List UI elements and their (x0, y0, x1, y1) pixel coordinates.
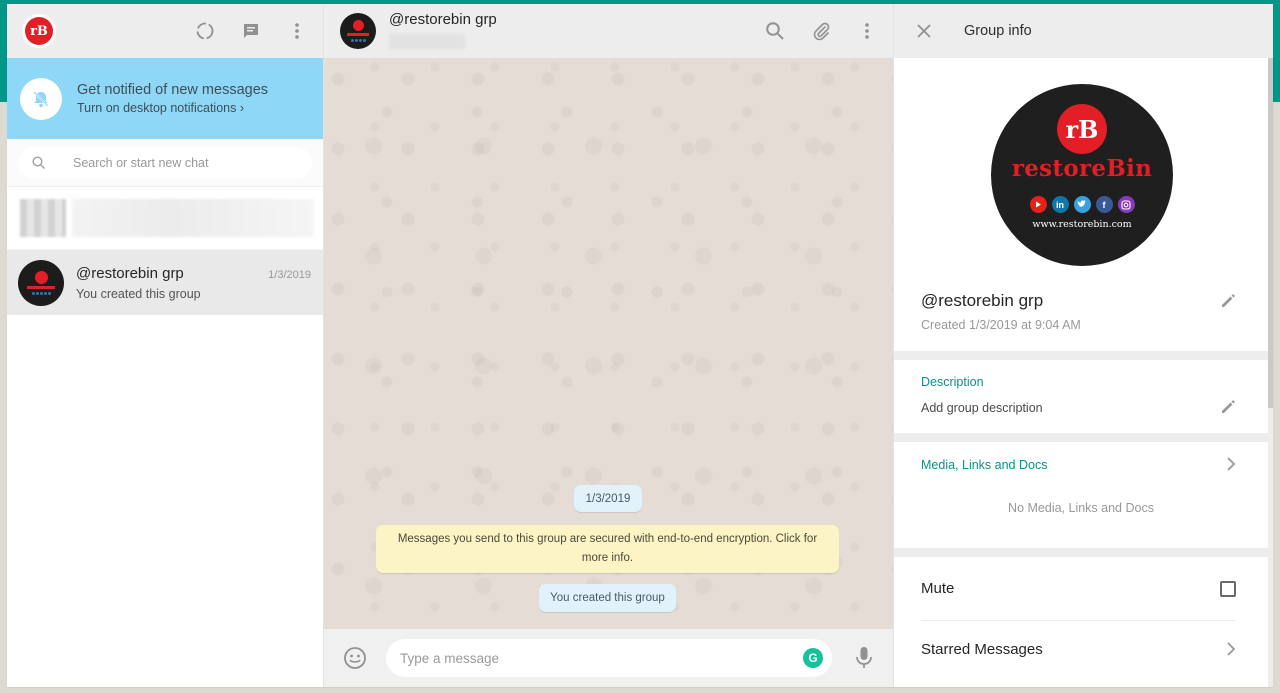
brand-url: www.restorebin.com (1032, 219, 1132, 230)
message-area: 1/3/2019 Messages you send to this group… (324, 58, 893, 629)
sidebar-header: rB (7, 4, 323, 58)
attach-icon[interactable] (811, 21, 831, 41)
chat-time: 1/3/2019 (268, 268, 311, 281)
edit-description-icon[interactable] (1220, 399, 1236, 420)
chevron-right-icon[interactable] (1226, 457, 1236, 476)
no-media-text: No Media, Links and Docs (1008, 501, 1154, 515)
blurred-participants (389, 34, 465, 49)
conversation-avatar[interactable] (340, 13, 376, 49)
emoji-icon[interactable] (343, 646, 367, 670)
social-icons: in f (1029, 196, 1135, 213)
group-profile-card: rB restoreBin in f www.restorebin.com @r… (894, 58, 1268, 351)
brand-name: restoreBin (1011, 155, 1153, 182)
mute-label: Mute (921, 580, 955, 597)
starred-messages-row[interactable]: Starred Messages (921, 621, 1236, 677)
conversation-header[interactable]: @restorebin grp (324, 4, 893, 58)
date-divider: 1/3/2019 (574, 485, 642, 512)
mute-row[interactable]: Mute (921, 557, 1236, 621)
blurred-chat-item[interactable] (7, 187, 323, 250)
media-section[interactable]: Media, Links and Docs No Media, Links an… (894, 442, 1268, 548)
twitter-icon (1073, 196, 1091, 213)
group-name: @restorebin grp (921, 291, 1044, 310)
sidebar: rB Get notified of new messages Turn on … (7, 4, 324, 687)
search-input[interactable] (73, 155, 298, 170)
status-icon[interactable] (195, 21, 215, 41)
conversation-title: @restorebin grp (389, 11, 497, 28)
group-profile-picture[interactable]: rB restoreBin in f www.restorebin.com (991, 84, 1173, 266)
youtube-icon (1029, 196, 1047, 213)
whatsapp-web-window: rB Get notified of new messages Turn on … (7, 4, 1273, 687)
notification-title: Get notified of new messages (77, 82, 269, 98)
settings-section: Mute Starred Messages (894, 557, 1268, 687)
search-icon (32, 155, 45, 169)
profile-avatar[interactable]: rB (22, 14, 56, 48)
chat-list-item[interactable]: @restorebin grp 1/3/2019 You created thi… (7, 250, 323, 315)
group-created-date: Created 1/3/2019 at 9:04 AM (921, 318, 1081, 332)
new-chat-icon[interactable] (241, 21, 261, 41)
starred-messages-label: Starred Messages (921, 640, 1043, 658)
chevron-right-icon[interactable] (1226, 642, 1236, 656)
encryption-notice[interactable]: Messages you send to this group are secu… (376, 525, 839, 573)
linkedin-icon: in (1051, 196, 1069, 213)
close-icon[interactable] (914, 21, 934, 41)
system-message: You created this group (539, 584, 676, 612)
description-field[interactable]: Add group description (921, 401, 1043, 415)
search-box (18, 146, 312, 179)
media-label: Media, Links and Docs (921, 458, 1048, 472)
rb-logo: rB (25, 17, 53, 45)
instagram-icon (1117, 196, 1135, 213)
edit-name-icon[interactable] (1220, 293, 1236, 314)
notification-banner[interactable]: Get notified of new messages Turn on des… (7, 58, 323, 139)
scrollbar[interactable] (1268, 58, 1273, 408)
facebook-icon: f (1095, 196, 1113, 213)
menu-icon[interactable] (287, 21, 307, 41)
conversation-pane: @restorebin grp 1/3/2019 Messages you se… (324, 4, 894, 687)
microphone-icon[interactable] (853, 646, 875, 670)
mute-checkbox[interactable] (1220, 580, 1236, 597)
group-info-title: Group info (964, 23, 1032, 39)
description-section: Description Add group description (894, 360, 1268, 433)
menu-icon[interactable] (857, 21, 877, 41)
group-info-header: Group info (894, 4, 1273, 58)
chat-last-message: You created this group (76, 286, 201, 301)
group-avatar (18, 259, 64, 306)
bell-off-icon (20, 77, 62, 120)
message-input-box: G (386, 639, 832, 677)
message-composer: G (324, 629, 893, 687)
enable-notifications-link[interactable]: Turn on desktop notifications › (77, 101, 268, 115)
message-input[interactable] (400, 650, 803, 666)
blurred-chat-text (72, 199, 314, 237)
search-icon[interactable] (765, 21, 785, 41)
chat-name: @restorebin grp (76, 264, 184, 282)
grammarly-icon[interactable]: G (803, 648, 823, 668)
description-label: Description (921, 375, 984, 389)
rb-logo: rB (1057, 104, 1107, 154)
group-info-panel: Group info rB restoreBin in f www.restor… (894, 4, 1273, 687)
blurred-avatar (20, 199, 66, 237)
search-bar (7, 139, 323, 187)
